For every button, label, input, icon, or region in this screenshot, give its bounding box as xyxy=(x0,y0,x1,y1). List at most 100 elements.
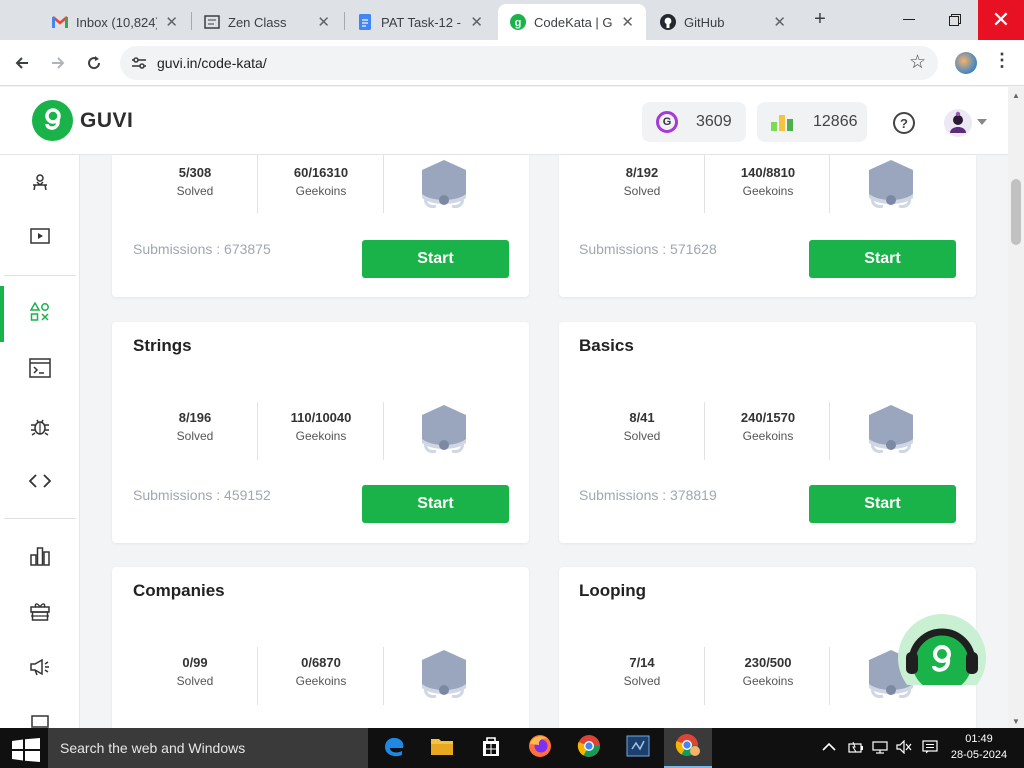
megaphone-icon xyxy=(29,657,51,682)
sidebar-item-announcements[interactable] xyxy=(0,649,80,689)
start-button[interactable]: Start xyxy=(809,240,956,278)
reload-button[interactable] xyxy=(81,50,107,76)
tab-title: Zen Class xyxy=(228,14,287,30)
network-icon[interactable] xyxy=(872,740,888,757)
back-button[interactable] xyxy=(9,50,35,76)
card-title: Looping xyxy=(579,581,647,600)
taskbar-file-explorer[interactable] xyxy=(418,728,466,768)
site-info-icon[interactable] xyxy=(130,54,148,72)
geekoins-stat: 60/16310 Geekoins xyxy=(271,165,371,198)
geekoins-count: 0/6870 xyxy=(301,655,341,670)
geekoins-stat: 0/6870 Geekoins xyxy=(271,655,371,688)
tab-github[interactable]: GitHub ✕ xyxy=(648,4,798,40)
restore-button[interactable] xyxy=(932,0,978,40)
stat-divider xyxy=(704,647,705,705)
taskbar-firefox[interactable] xyxy=(516,728,564,768)
clock-date: 28-05-2024 xyxy=(950,749,1008,761)
forward-button[interactable] xyxy=(45,50,71,76)
help-icon[interactable]: ? xyxy=(893,112,915,134)
stat-divider xyxy=(829,155,830,213)
close-icon[interactable]: ✕ xyxy=(317,13,330,31)
code-editor-icon xyxy=(626,735,650,762)
sidebar-item-debug[interactable] xyxy=(0,409,80,449)
submissions-count: Submissions : 673875 xyxy=(133,241,271,257)
taskbar-edge[interactable] xyxy=(370,728,418,768)
tab-gmail[interactable]: Inbox (10,824) ✕ xyxy=(40,4,190,40)
close-icon[interactable]: ✕ xyxy=(621,13,634,31)
geekoins-counter[interactable]: G 3609 xyxy=(642,102,746,142)
brand-name[interactable]: GUVI xyxy=(80,109,133,133)
sidebar-item-codekata[interactable] xyxy=(0,286,80,342)
close-icon[interactable]: ✕ xyxy=(165,13,178,31)
stat-divider xyxy=(383,647,384,705)
start-button[interactable]: Start xyxy=(362,485,509,523)
browser-profile-avatar[interactable] xyxy=(955,52,977,74)
monitor-icon xyxy=(30,715,50,728)
level-badge-icon xyxy=(863,403,919,457)
chevron-down-icon[interactable] xyxy=(977,119,987,125)
stat-divider xyxy=(829,647,830,705)
solved-count: 8/41 xyxy=(629,410,655,425)
solved-stat: 0/99 Solved xyxy=(145,655,245,688)
minimize-button[interactable] xyxy=(886,0,932,40)
tab-codekata[interactable]: g CodeKata | GUV ✕ xyxy=(498,4,646,40)
card-title: Strings xyxy=(133,336,192,355)
sidebar-divider xyxy=(4,275,76,276)
gift-icon xyxy=(30,601,50,626)
bookmark-star-icon[interactable]: ☆ xyxy=(909,51,926,74)
solved-stat: 8/41 Solved xyxy=(592,410,692,443)
volume-muted-icon[interactable] xyxy=(896,739,912,757)
guvi-logo-icon[interactable] xyxy=(32,100,73,141)
solved-count: 0/99 xyxy=(182,655,208,670)
scrollbar-thumb[interactable] xyxy=(1011,179,1021,245)
start-button[interactable]: Start xyxy=(809,485,956,523)
geekoins-count: 240/1570 xyxy=(740,410,796,425)
level-badge-icon xyxy=(416,158,472,212)
user-avatar[interactable] xyxy=(944,109,972,137)
battery-icon[interactable] xyxy=(848,741,864,756)
windows-start-icon[interactable] xyxy=(12,738,40,762)
taskbar-chrome-profile[interactable] xyxy=(664,728,712,768)
stat-divider xyxy=(257,402,258,460)
close-icon[interactable]: ✕ xyxy=(773,13,786,31)
stat-divider xyxy=(257,155,258,213)
browser-menu-icon[interactable]: ⋮ xyxy=(992,50,1012,71)
notifications-icon[interactable] xyxy=(922,739,938,757)
geekoins-stat: 110/10040 Geekoins xyxy=(271,410,371,443)
scroll-up-arrow-icon[interactable]: ▲ xyxy=(1012,91,1020,100)
close-window-button[interactable]: ✕ xyxy=(978,0,1024,40)
start-button[interactable]: Start xyxy=(362,240,509,278)
shapes-icon xyxy=(29,300,50,327)
sidebar-item-home[interactable] xyxy=(0,165,80,205)
sidebar-item-ide[interactable] xyxy=(0,350,80,390)
scroll-down-arrow-icon[interactable]: ▼ xyxy=(1012,717,1020,726)
level-badge-icon xyxy=(863,158,919,212)
guvi-icon: g xyxy=(510,14,526,30)
url-text: guvi.in/code-kata/ xyxy=(157,55,267,71)
kata-card: 8/192 Solved 140/8810 Geekoins Submissio… xyxy=(559,155,976,297)
stat-divider xyxy=(383,402,384,460)
page-scrollbar[interactable]: ▲ ▼ xyxy=(1008,87,1024,728)
address-bar[interactable]: guvi.in/code-kata/ ☆ xyxy=(120,46,938,80)
sidebar xyxy=(0,155,80,728)
support-chat-button[interactable] xyxy=(898,614,987,685)
bug-icon xyxy=(30,417,50,442)
sidebar-item-leaderboard[interactable] xyxy=(0,538,80,578)
taskbar-clock[interactable]: 01:49 28-05-2024 xyxy=(944,731,1014,763)
taskbar-search-box[interactable]: Search the web and Windows xyxy=(48,728,368,768)
taskbar-chrome[interactable] xyxy=(565,728,613,768)
rank-counter[interactable]: 12866 xyxy=(757,102,867,142)
tab-pat-task[interactable]: PAT Task-12 - G ✕ xyxy=(345,4,495,40)
sidebar-item-videos[interactable] xyxy=(0,218,80,258)
sidebar-item-code[interactable] xyxy=(0,463,80,503)
tab-zen-class[interactable]: Zen Class ✕ xyxy=(192,4,342,40)
chevron-up-icon[interactable] xyxy=(822,741,836,755)
close-icon[interactable]: ✕ xyxy=(470,13,483,31)
sidebar-item-more[interactable] xyxy=(0,703,80,728)
new-tab-button[interactable]: + xyxy=(808,8,832,32)
sidebar-item-rewards[interactable] xyxy=(0,593,80,633)
sidebar-divider xyxy=(4,518,76,519)
system-tray xyxy=(822,728,938,768)
taskbar-store[interactable] xyxy=(467,728,515,768)
taskbar-vscode[interactable] xyxy=(614,728,662,768)
